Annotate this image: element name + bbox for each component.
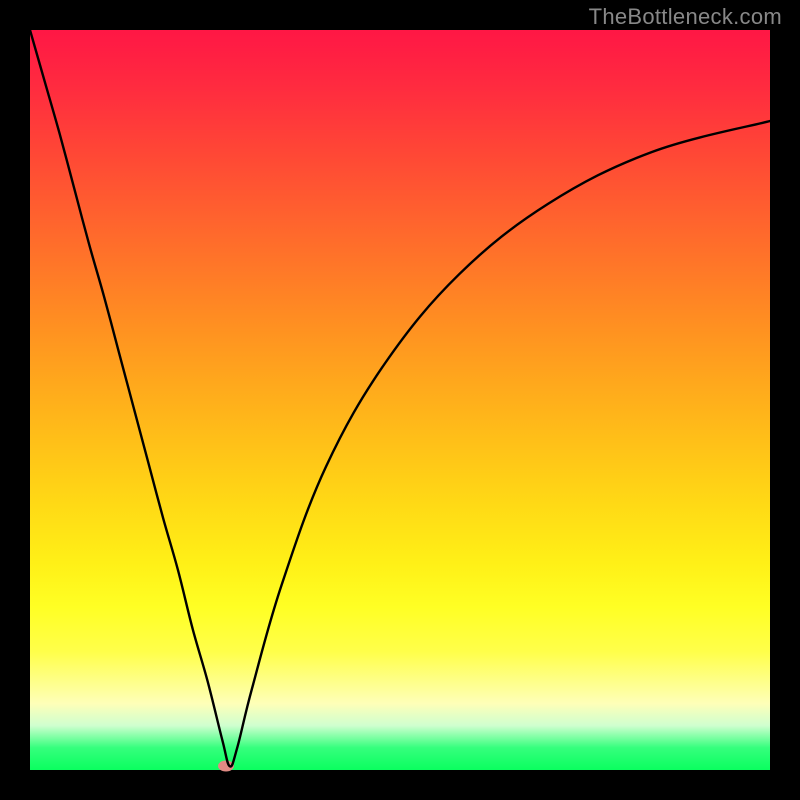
plot-area bbox=[30, 30, 770, 770]
watermark-text: TheBottleneck.com bbox=[589, 4, 782, 30]
chart-frame: TheBottleneck.com bbox=[0, 0, 800, 800]
curve-svg bbox=[30, 30, 770, 770]
bottleneck-curve-path bbox=[30, 30, 770, 766]
